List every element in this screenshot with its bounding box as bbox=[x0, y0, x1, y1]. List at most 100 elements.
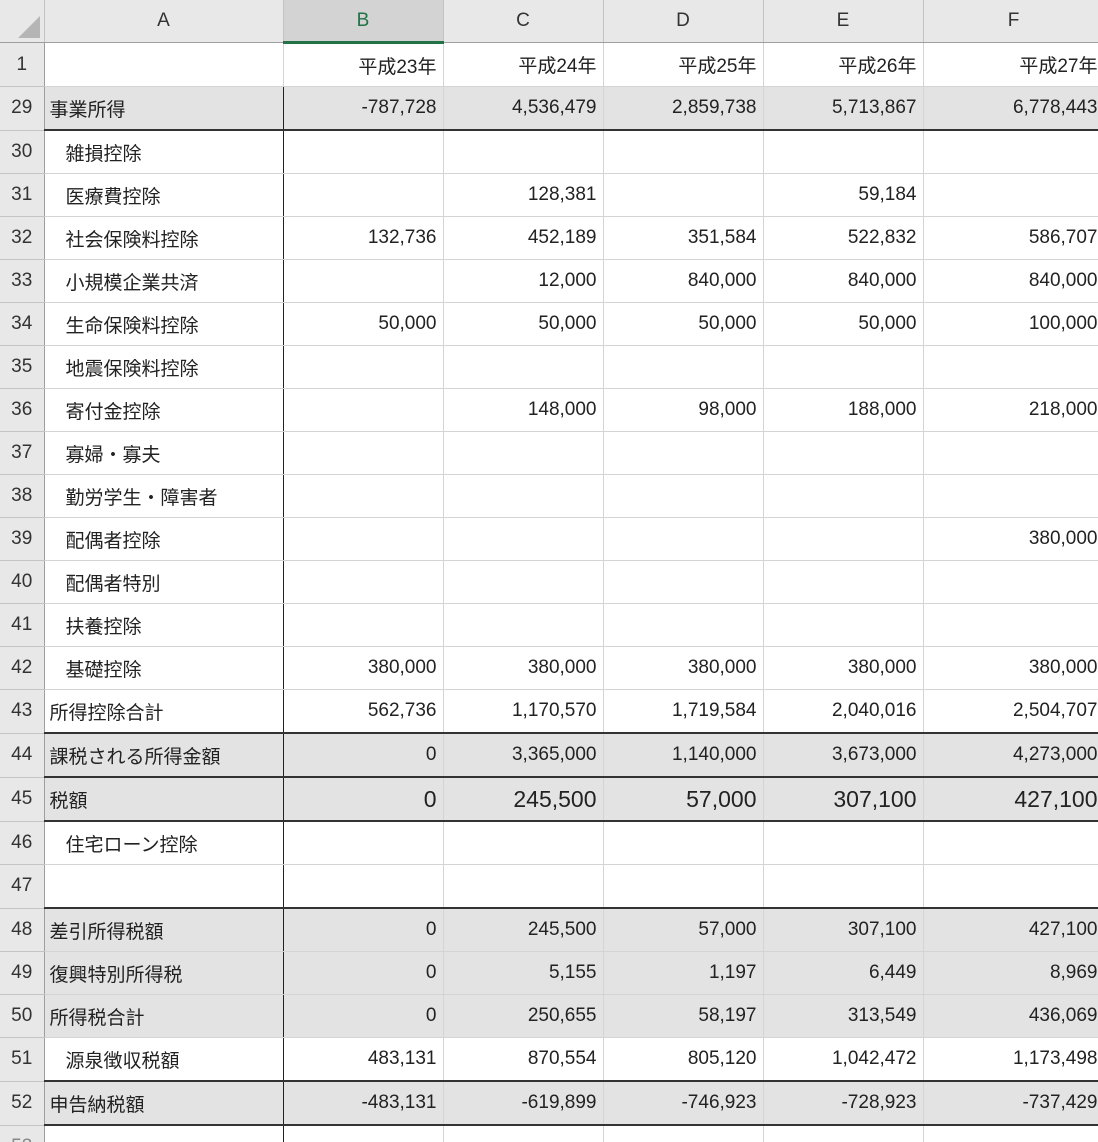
cell-value[interactable]: -737,429 bbox=[923, 1080, 1098, 1126]
column-header-c[interactable]: C bbox=[443, 0, 604, 43]
cell-value[interactable] bbox=[443, 820, 604, 865]
cell-value[interactable] bbox=[283, 431, 444, 475]
row-header[interactable]: 36 bbox=[0, 388, 45, 432]
cell-value[interactable]: -787,728 bbox=[283, 86, 444, 131]
cell-value[interactable] bbox=[923, 864, 1098, 909]
cell-value[interactable] bbox=[923, 474, 1098, 518]
column-header-a[interactable]: A bbox=[44, 0, 284, 43]
cell-value[interactable]: 2,040,016 bbox=[763, 689, 924, 734]
cell-value[interactable]: 3,673,000 bbox=[763, 732, 924, 778]
cell-value[interactable] bbox=[603, 864, 764, 909]
cell-value[interactable]: 245,500 bbox=[443, 776, 604, 822]
cell-value[interactable]: 380,000 bbox=[603, 646, 764, 690]
cell-value[interactable] bbox=[603, 1124, 764, 1142]
cell-value[interactable]: 148,000 bbox=[443, 388, 604, 432]
row-header[interactable]: 1 bbox=[0, 42, 45, 87]
cell-value[interactable]: 245,500 bbox=[443, 907, 604, 952]
cell-value[interactable] bbox=[603, 603, 764, 647]
cell-value[interactable] bbox=[763, 345, 924, 389]
column-header-f[interactable]: F bbox=[923, 0, 1098, 43]
row-header[interactable]: 52 bbox=[0, 1081, 45, 1126]
cell-value[interactable]: 0 bbox=[283, 776, 444, 822]
cell-value[interactable]: 188,000 bbox=[763, 388, 924, 432]
cell-value[interactable] bbox=[923, 345, 1098, 389]
select-all-corner[interactable] bbox=[0, 0, 45, 43]
cell-label[interactable]: 差引所得税額 bbox=[44, 907, 284, 952]
cell-value[interactable]: 562,736 bbox=[283, 689, 444, 734]
row-header[interactable]: 53 bbox=[0, 1125, 45, 1142]
cell-value[interactable]: 0 bbox=[283, 907, 444, 952]
cell-value[interactable] bbox=[763, 129, 924, 174]
cell-value[interactable]: 98,000 bbox=[603, 388, 764, 432]
cell-value[interactable] bbox=[283, 603, 444, 647]
cell-value[interactable]: 870,554 bbox=[443, 1037, 604, 1082]
cell-value[interactable]: 1,197 bbox=[603, 951, 764, 995]
cell-value[interactable]: 427,100 bbox=[923, 907, 1098, 952]
row-header[interactable]: 33 bbox=[0, 259, 45, 303]
cell-value[interactable]: 50,000 bbox=[283, 302, 444, 346]
row-header[interactable]: 41 bbox=[0, 603, 45, 647]
cell-value[interactable]: -728,923 bbox=[763, 1080, 924, 1126]
cell-label[interactable]: 基礎控除 bbox=[44, 646, 284, 690]
cell-value[interactable] bbox=[603, 560, 764, 604]
cell-value[interactable]: 5,155 bbox=[443, 951, 604, 995]
cell-value[interactable]: 586,707 bbox=[923, 216, 1098, 260]
cell-label[interactable]: 扶養控除 bbox=[44, 603, 284, 647]
cell-value[interactable]: 380,000 bbox=[923, 517, 1098, 561]
cell-value[interactable]: 100,000 bbox=[923, 302, 1098, 346]
cell-value[interactable]: 50,000 bbox=[763, 302, 924, 346]
cell-value[interactable]: 1,719,584 bbox=[603, 689, 764, 734]
cell-label[interactable]: 小規模企業共済 bbox=[44, 259, 284, 303]
cell-value[interactable] bbox=[763, 474, 924, 518]
cell-value[interactable]: 427,100 bbox=[923, 776, 1098, 822]
row-header[interactable]: 46 bbox=[0, 821, 45, 865]
row-header[interactable]: 51 bbox=[0, 1037, 45, 1082]
cell[interactable] bbox=[44, 42, 284, 87]
cell-label[interactable]: 社会保険料控除 bbox=[44, 216, 284, 260]
cell-value[interactable]: 57,000 bbox=[603, 776, 764, 822]
cell-value[interactable] bbox=[283, 345, 444, 389]
cell-value[interactable]: 0 bbox=[283, 994, 444, 1038]
cell-value[interactable]: 307,100 bbox=[763, 776, 924, 822]
cell-value[interactable] bbox=[763, 517, 924, 561]
cell-value[interactable] bbox=[763, 864, 924, 909]
cell-value[interactable]: 57,000 bbox=[603, 907, 764, 952]
cell-value[interactable] bbox=[443, 560, 604, 604]
cell-value[interactable]: 4,536,479 bbox=[443, 86, 604, 131]
cell-label[interactable]: 所得税合計 bbox=[44, 994, 284, 1038]
row-header[interactable]: 49 bbox=[0, 951, 45, 995]
row-header[interactable]: 48 bbox=[0, 908, 45, 952]
row-header[interactable]: 32 bbox=[0, 216, 45, 260]
cell-year[interactable]: 平成24年 bbox=[443, 42, 604, 87]
row-header[interactable]: 50 bbox=[0, 994, 45, 1038]
cell-value[interactable]: 8,969 bbox=[923, 951, 1098, 995]
cell-value[interactable]: 250,655 bbox=[443, 994, 604, 1038]
cell-value[interactable]: 50,000 bbox=[443, 302, 604, 346]
cell-value[interactable] bbox=[443, 431, 604, 475]
row-header[interactable]: 40 bbox=[0, 560, 45, 604]
cell-year[interactable]: 平成27年 bbox=[923, 42, 1098, 87]
cell-label[interactable]: 所得控除合計 bbox=[44, 689, 284, 734]
cell-value[interactable] bbox=[763, 560, 924, 604]
cell-value[interactable]: 436,069 bbox=[923, 994, 1098, 1038]
cell-value[interactable]: 2,859,738 bbox=[603, 86, 764, 131]
cell-value[interactable]: 840,000 bbox=[603, 259, 764, 303]
cell-value[interactable]: 522,832 bbox=[763, 216, 924, 260]
row-header[interactable]: 35 bbox=[0, 345, 45, 389]
cell-value[interactable] bbox=[923, 820, 1098, 865]
cell-value[interactable]: 6,449 bbox=[763, 951, 924, 995]
cell-value[interactable]: 0 bbox=[283, 951, 444, 995]
cell-value[interactable]: 128,381 bbox=[443, 173, 604, 217]
cell-value[interactable]: 132,736 bbox=[283, 216, 444, 260]
cell-value[interactable]: 483,131 bbox=[283, 1037, 444, 1082]
cell-value[interactable] bbox=[923, 129, 1098, 174]
column-header-e[interactable]: E bbox=[763, 0, 924, 43]
cell-value[interactable]: 805,120 bbox=[603, 1037, 764, 1082]
cell-value[interactable] bbox=[603, 173, 764, 217]
cell-value[interactable] bbox=[283, 820, 444, 865]
cell-label[interactable]: 配偶者控除 bbox=[44, 517, 284, 561]
cell-label[interactable]: 申告納税額 bbox=[44, 1080, 284, 1126]
cell-value[interactable] bbox=[283, 474, 444, 518]
cell-value[interactable] bbox=[283, 129, 444, 174]
row-header[interactable]: 45 bbox=[0, 777, 45, 822]
